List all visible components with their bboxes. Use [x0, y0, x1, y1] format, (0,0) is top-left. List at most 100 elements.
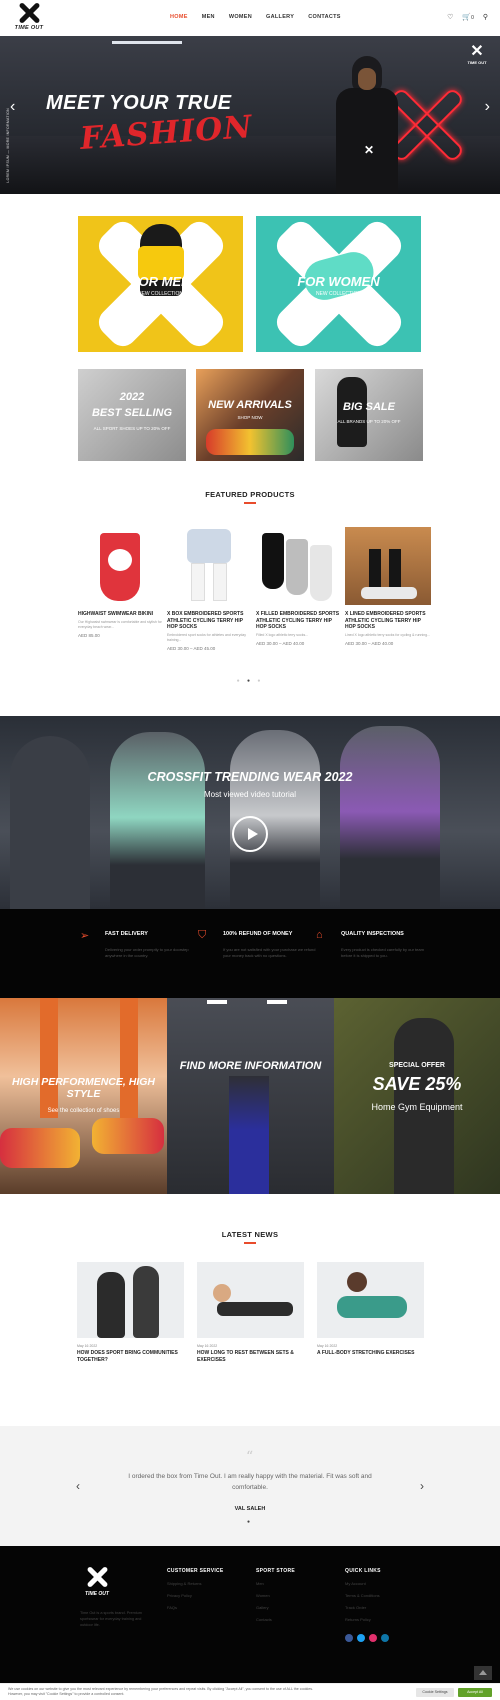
- news-image[interactable]: [317, 1262, 424, 1338]
- back-to-top-button[interactable]: [474, 1666, 492, 1680]
- sneaker-image: [0, 1128, 80, 1168]
- testimonial-author: VAL SALEH: [234, 1506, 266, 1512]
- footer-link[interactable]: FAQs: [167, 1605, 224, 1610]
- news-headline[interactable]: A FULL-BODY STRETCHING EXERCISES: [317, 1350, 424, 1357]
- plane-icon: ➢: [80, 930, 90, 942]
- accept-all-button[interactable]: Accept All: [458, 1688, 492, 1697]
- shield-icon: ⛉: [198, 929, 207, 941]
- tile-big-sale[interactable]: BIG SALE ALL BRANDS UP TO 20% OFF: [315, 369, 423, 461]
- footer-column: SPORT STORE Men Women Gallery Contacts: [256, 1568, 296, 1622]
- hero-brand-logo: ✕ TIME OUT: [467, 43, 487, 66]
- site-footer: TIME OUT Time Out is a sports brand. Pre…: [0, 1546, 500, 1700]
- sneakers-image: [206, 429, 294, 455]
- logo-x-icon: [86, 1566, 108, 1588]
- tile-for-women[interactable]: FOR WOMEN NEW COLLECTION: [256, 216, 421, 352]
- testimonial-text: I ordered the box from Time Out. I am re…: [128, 1473, 372, 1491]
- news-image[interactable]: [77, 1262, 184, 1338]
- cookie-bar: We use cookies on our website to give yo…: [0, 1683, 500, 1700]
- athlete-image: [229, 1076, 269, 1194]
- news-date: May 16 2022: [77, 1344, 98, 1348]
- footer-link[interactable]: Returns Policy: [345, 1617, 381, 1622]
- search-icon[interactable]: ⚲: [483, 13, 488, 21]
- featured-underline: [244, 502, 256, 504]
- testimonial-next-arrow[interactable]: ›: [420, 1479, 424, 1493]
- nav-women[interactable]: WOMEN: [229, 14, 252, 20]
- news-headline[interactable]: HOW DOES SPORT BRING COMMUNITIES TOGETHE…: [77, 1350, 184, 1364]
- hero-prev-arrow[interactable]: ‹: [10, 98, 15, 116]
- footer-link[interactable]: Privacy Policy: [167, 1593, 224, 1598]
- linkedin-icon[interactable]: [381, 1634, 389, 1642]
- product-image[interactable]: [345, 527, 431, 605]
- hero-ceiling-light: [112, 41, 182, 44]
- athlete-image: [110, 732, 205, 909]
- nav-contacts[interactable]: CONTACTS: [308, 14, 341, 20]
- site-logo[interactable]: TIME OUT: [12, 2, 46, 34]
- main-nav: HOME MEN WOMEN GALLERY CONTACTS: [170, 14, 341, 20]
- twitter-icon[interactable]: [357, 1634, 365, 1642]
- footer-link[interactable]: My Account: [345, 1581, 381, 1586]
- product-card[interactable]: X LINED EMBROIDERED SPORTS ATHLETIC CYCL…: [345, 527, 431, 646]
- footer-link[interactable]: Women: [256, 1593, 295, 1598]
- footer-link[interactable]: Shipping & Returns: [167, 1581, 224, 1586]
- promo-high-performance[interactable]: HIGH PERFORMENCE, HIGH STYLE See the col…: [0, 998, 167, 1194]
- footer-link[interactable]: Men: [256, 1581, 295, 1586]
- news-headline[interactable]: HOW LONG TO REST BETWEEN SETS & EXERCISE…: [197, 1350, 304, 1364]
- tile-best-selling[interactable]: 2022 BEST SELLING ALL SPORT SHOES UP TO …: [78, 369, 186, 461]
- news-underline: [244, 1242, 256, 1244]
- news-image[interactable]: [197, 1262, 304, 1338]
- features-strip: ➢ FAST DELIVERY Delivering your order pr…: [0, 909, 500, 998]
- footer-link[interactable]: Track Order: [345, 1605, 381, 1610]
- footer-link[interactable]: Terms & Conditions: [345, 1593, 381, 1598]
- promo-find-more-info[interactable]: FIND MORE INFORMATION: [167, 998, 334, 1194]
- promo-special-offer[interactable]: SPECIAL OFFER SAVE 25% Home Gym Equipmen…: [334, 998, 500, 1194]
- nav-home[interactable]: HOME: [170, 14, 188, 20]
- wishlist-icon[interactable]: ♡: [447, 13, 453, 21]
- hero-slider: LOREM IPSUM — MORE INFORMATION MEET YOUR…: [0, 36, 500, 194]
- footer-link[interactable]: Gallery: [256, 1605, 295, 1610]
- product-name[interactable]: X LINED EMBROIDERED SPORTS ATHLETIC CYCL…: [345, 611, 431, 631]
- footer-logo[interactable]: TIME OUT: [80, 1566, 114, 1600]
- product-card[interactable]: X BOX EMBROIDERED SPORTS ATHLETIC CYCLIN…: [167, 527, 253, 651]
- cookie-settings-button[interactable]: Cookie Settings: [416, 1688, 454, 1697]
- product-price: AED 85.00: [78, 632, 100, 638]
- product-price: AED 30.00 – AED 45.00: [167, 645, 216, 651]
- news-date: May 16 2022: [317, 1344, 338, 1348]
- tile-new-arrivals[interactable]: NEW ARRIVALS SHOP NOW: [196, 369, 304, 461]
- nav-gallery[interactable]: GALLERY: [266, 14, 294, 20]
- play-button-icon[interactable]: [232, 816, 268, 852]
- header-icons: ♡ 🛒0 ⚲: [447, 13, 488, 21]
- site-header: TIME OUT HOME MEN WOMEN GALLERY CONTACTS…: [0, 0, 500, 36]
- featured-title: FEATURED PRODUCTS: [205, 490, 295, 499]
- news-card[interactable]: May 16 2022 A FULL-BODY STRETCHING EXERC…: [317, 1262, 424, 1357]
- nav-men[interactable]: MEN: [202, 14, 215, 20]
- hero-vertical-text: LOREM IPSUM — MORE INFORMATION: [6, 108, 10, 183]
- athlete-image: [340, 726, 440, 909]
- cart-count: 0: [471, 15, 474, 21]
- product-image[interactable]: [78, 527, 164, 605]
- hero-next-arrow[interactable]: ›: [485, 98, 490, 116]
- product-card[interactable]: X FILLED EMBROIDERED SPORTS ATHLETIC CYC…: [256, 527, 342, 646]
- video-banner: CROSSFIT TRENDING WEAR 2022 Most viewed …: [0, 716, 500, 909]
- footer-column: QUICK LINKS My Account Terms & Condition…: [345, 1568, 381, 1622]
- house-icon: ⌂: [316, 929, 323, 941]
- product-card[interactable]: HIGHWAIST SWIMWEAR BIKINI Our Highwaist …: [78, 527, 164, 638]
- product-name[interactable]: X FILLED EMBROIDERED SPORTS ATHLETIC CYC…: [256, 611, 342, 631]
- testimonial-prev-arrow[interactable]: ‹: [76, 1479, 80, 1493]
- video-subtitle: Most viewed video tutorial: [203, 790, 297, 799]
- logo-x-icon: [18, 2, 40, 24]
- testimonial-dots[interactable]: ●: [0, 1519, 500, 1525]
- facebook-icon[interactable]: [345, 1634, 353, 1642]
- cart-icon[interactable]: 🛒0: [462, 13, 474, 21]
- product-image[interactable]: [256, 527, 342, 605]
- product-name[interactable]: HIGHWAIST SWIMWEAR BIKINI: [78, 611, 164, 618]
- tile-for-men[interactable]: FOR MEN NEW COLLECTION: [78, 216, 243, 352]
- product-image[interactable]: [167, 527, 253, 605]
- footer-link[interactable]: Contacts: [256, 1617, 295, 1622]
- news-card[interactable]: May 16 2022 HOW DOES SPORT BRING COMMUNI…: [77, 1262, 184, 1364]
- product-carousel-dots[interactable]: ● ● ●: [0, 678, 500, 684]
- instagram-icon[interactable]: [369, 1634, 377, 1642]
- news-card[interactable]: May 16 2022 HOW LONG TO REST BETWEEN SET…: [197, 1262, 304, 1364]
- product-name[interactable]: X BOX EMBROIDERED SPORTS ATHLETIC CYCLIN…: [167, 611, 253, 631]
- product-price: AED 30.00 – AED 40.00: [256, 640, 305, 646]
- product-desc: Lined X logo athletic terry socks for cy…: [345, 632, 431, 637]
